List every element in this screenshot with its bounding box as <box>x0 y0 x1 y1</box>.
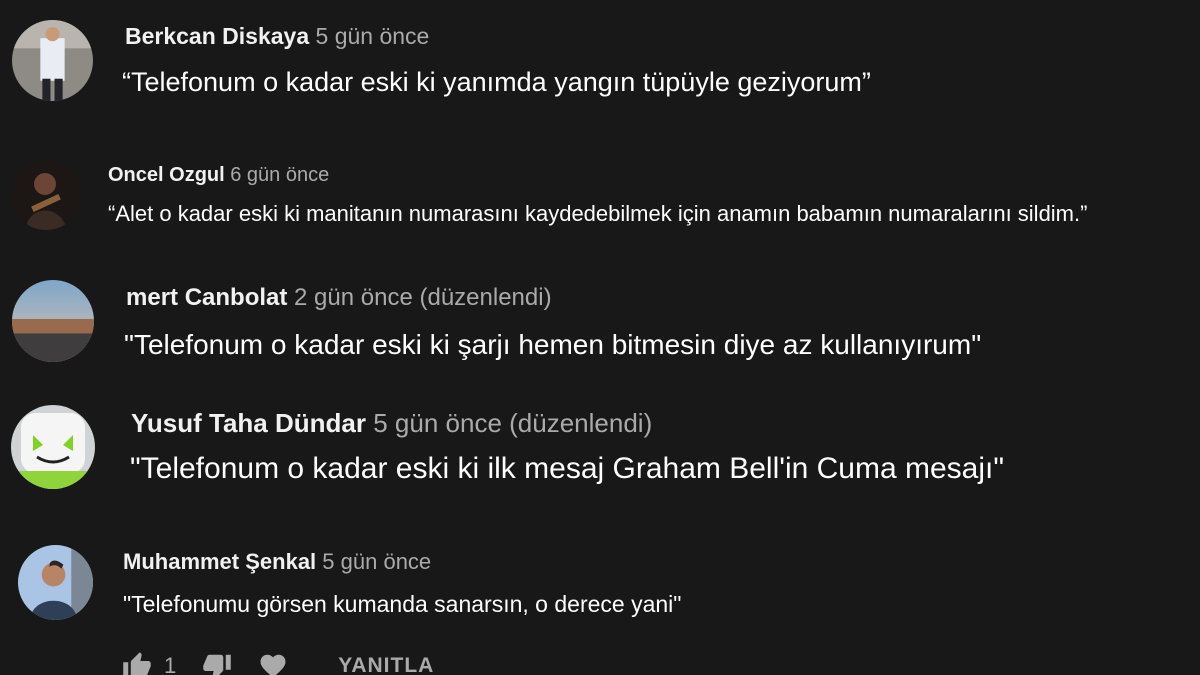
comment-item: Berkcan Diskaya 5 gün önce “Telefonum o … <box>0 0 1200 130</box>
avatar[interactable] <box>12 20 93 101</box>
edited-label: (düzenlendi) <box>419 284 552 311</box>
thumbs-down-icon[interactable] <box>202 651 232 675</box>
comment-header: Yusuf Taha Dündar 5 gün önce (düzenlendi… <box>131 410 652 436</box>
comment-item: Oncel Ozgul 6 gün önce “Alet o kadar esk… <box>0 140 1200 250</box>
comment-time[interactable]: 6 gün önce <box>230 164 329 186</box>
author-name[interactable]: Oncel Ozgul <box>108 164 225 186</box>
like-count: 1 <box>164 653 177 675</box>
author-name[interactable]: mert Canbolat <box>126 284 287 311</box>
author-name[interactable]: Yusuf Taha Dündar <box>131 408 366 438</box>
comment-time[interactable]: 5 gün önce <box>373 408 502 438</box>
edited-label: (düzenlendi) <box>509 408 653 438</box>
comment-header: mert Canbolat 2 gün önce (düzenlendi) <box>126 286 552 310</box>
comment-text: "Telefonum o kadar eski ki şarjı hemen b… <box>124 329 982 360</box>
reply-button[interactable]: YANITLA <box>338 654 434 675</box>
comment-header: Oncel Ozgul 6 gün önce <box>108 165 329 185</box>
avatar[interactable] <box>12 280 94 362</box>
comment-text: “Telefonum o kadar eski ki yanımda yangı… <box>122 67 871 97</box>
author-name[interactable]: Muhammet Şenkal <box>123 549 316 574</box>
comment-item: Yusuf Taha Dündar 5 gün önce (düzenlendi… <box>0 395 1200 510</box>
heart-icon[interactable] <box>258 651 288 675</box>
avatar[interactable] <box>11 405 95 489</box>
comment-text: “Alet o kadar eski ki manitanın numarası… <box>108 201 1088 226</box>
comment-item: Muhammet Şenkal 5 gün önce "Telefonumu g… <box>0 535 1200 675</box>
comment-header: Muhammet Şenkal 5 gün önce <box>123 551 431 573</box>
comment-time[interactable]: 5 gün önce <box>322 549 431 574</box>
comment-time[interactable]: 2 gün önce <box>294 284 413 311</box>
comment-time[interactable]: 5 gün önce <box>316 23 430 49</box>
avatar[interactable] <box>11 160 81 230</box>
avatar[interactable] <box>18 545 93 620</box>
comment-actions: 1 YANITLA <box>122 651 434 675</box>
comment-header: Berkcan Diskaya 5 gün önce <box>125 25 429 48</box>
thumbs-up-icon[interactable] <box>122 651 152 675</box>
comment-item: mert Canbolat 2 gün önce (düzenlendi) "T… <box>0 270 1200 380</box>
comment-text: "Telefonumu görsen kumanda sanarsın, o d… <box>123 591 682 617</box>
comment-text: "Telefonum o kadar eski ki ilk mesaj Gra… <box>130 452 1005 485</box>
author-name[interactable]: Berkcan Diskaya <box>125 23 309 49</box>
